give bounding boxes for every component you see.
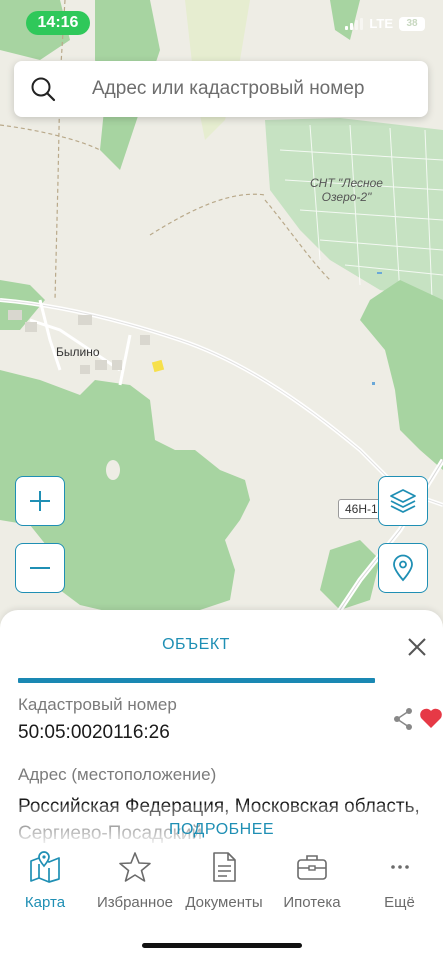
share-icon[interactable] <box>392 707 414 731</box>
map-icon <box>30 851 60 883</box>
bottom-tab-bar: Карта Избранное Документы Ипотека Ещё <box>0 850 443 920</box>
snt-label-line2: Озеро-2" <box>321 190 372 204</box>
favorite-heart-icon[interactable] <box>419 707 443 729</box>
map-view[interactable]: Былино СНТ "Лесное Озеро-2" 46Н-1 14:16 … <box>0 0 443 640</box>
layers-button[interactable] <box>378 476 428 526</box>
tab-mortgage-label: Ипотека <box>283 894 341 911</box>
settlement-label: Былино <box>56 345 100 359</box>
tab-documents[interactable]: Документы <box>180 850 268 920</box>
more-icon <box>390 865 409 869</box>
tab-mortgage[interactable]: Ипотека <box>268 850 356 920</box>
status-time: 14:16 <box>26 11 90 35</box>
tab-documents-label: Документы <box>185 894 263 911</box>
search-input[interactable]: Адрес или кадастровый номер <box>92 78 364 100</box>
tab-favorites-label: Избранное <box>96 894 174 911</box>
tab-more-label: Ещё <box>384 894 415 911</box>
signal-icon <box>345 17 364 30</box>
layers-icon <box>390 489 416 513</box>
battery-icon: 38 <box>399 16 425 31</box>
cadastral-label: Кадастровый номер <box>18 695 177 714</box>
status-bar: 14:16 LTE 38 <box>0 0 443 46</box>
tab-underline <box>18 678 375 683</box>
tab-map-label: Карта <box>24 894 66 911</box>
close-icon[interactable] <box>404 634 430 660</box>
network-type: LTE <box>369 16 393 31</box>
status-indicators: LTE 38 <box>345 16 425 31</box>
minus-icon <box>30 567 50 569</box>
zoom-out-button[interactable] <box>15 543 65 593</box>
plus-icon <box>30 491 50 511</box>
document-icon <box>213 852 236 882</box>
tab-favorites[interactable]: Избранное <box>90 850 180 920</box>
tab-object[interactable]: ОБЪЕКТ <box>0 636 392 654</box>
tab-more[interactable]: Ещё <box>356 850 443 920</box>
snt-label-line1: СНТ "Лесное <box>310 176 383 190</box>
zoom-in-button[interactable] <box>15 476 65 526</box>
search-bar[interactable]: Адрес или кадастровый номер <box>14 61 428 117</box>
more-details-button[interactable]: ПОДРОБНЕЕ <box>0 821 443 839</box>
address-label: Адрес (местоположение) <box>18 765 217 784</box>
cadastral-value: 50:05:0020116:26 <box>18 722 170 743</box>
location-pin-icon <box>393 554 413 582</box>
tab-map[interactable]: Карта <box>0 850 90 920</box>
snt-label: СНТ "Лесное Озеро-2" <box>310 176 383 204</box>
briefcase-icon <box>297 855 327 880</box>
search-icon <box>31 77 56 102</box>
my-location-button[interactable] <box>378 543 428 593</box>
home-indicator <box>142 943 302 948</box>
star-icon <box>119 852 151 882</box>
